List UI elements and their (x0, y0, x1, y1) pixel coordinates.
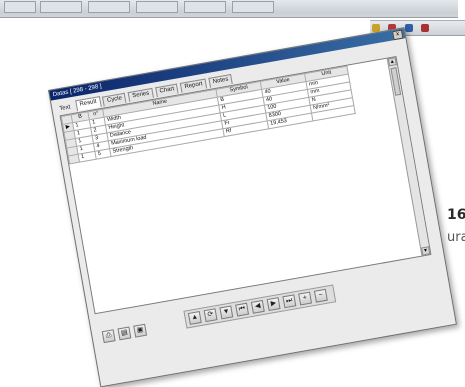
close-button[interactable]: x (392, 29, 404, 41)
lock-icon[interactable]: ▲ (187, 311, 202, 325)
next-record-icon[interactable]: ▶ (266, 297, 281, 312)
add-record-icon[interactable]: + (298, 291, 313, 306)
page-number: 164 (447, 207, 465, 223)
toolbar-button (232, 1, 274, 13)
background-toolbar (0, 0, 458, 18)
first-record-icon[interactable]: ⏮ (235, 302, 250, 317)
table-cell[interactable]: 5 (94, 148, 112, 160)
refresh-icon[interactable]: ⟳ (203, 308, 218, 323)
data-dialog: Datas [ 298 - 298 ] x Text Result Cycle … (48, 27, 457, 387)
scroll-down-icon[interactable]: ▼ (421, 246, 431, 256)
printer-icon[interactable]: ⎙ (101, 329, 116, 344)
scroll-thumb[interactable] (390, 67, 402, 96)
page-text-fragment: ural (447, 230, 465, 245)
toolbar-button (4, 1, 36, 13)
toolbar-button (88, 1, 130, 13)
pen-icon (404, 24, 413, 32)
close-icon (421, 24, 430, 32)
toolbar-button (184, 1, 226, 13)
toolbar-button (40, 1, 82, 13)
toolbar-button (136, 1, 178, 13)
last-record-icon[interactable]: ⏭ (282, 294, 297, 309)
vertical-scrollbar[interactable]: ▲ ▼ (386, 57, 431, 256)
filter-icon[interactable]: ▼ (219, 305, 234, 320)
save-icon[interactable]: ▣ (133, 323, 148, 338)
print-preview-icon[interactable]: ▤ (117, 326, 132, 341)
previous-record-icon[interactable]: ◀ (250, 299, 265, 314)
delete-record-icon[interactable]: − (313, 288, 328, 303)
scroll-up-icon[interactable]: ▲ (387, 57, 397, 67)
